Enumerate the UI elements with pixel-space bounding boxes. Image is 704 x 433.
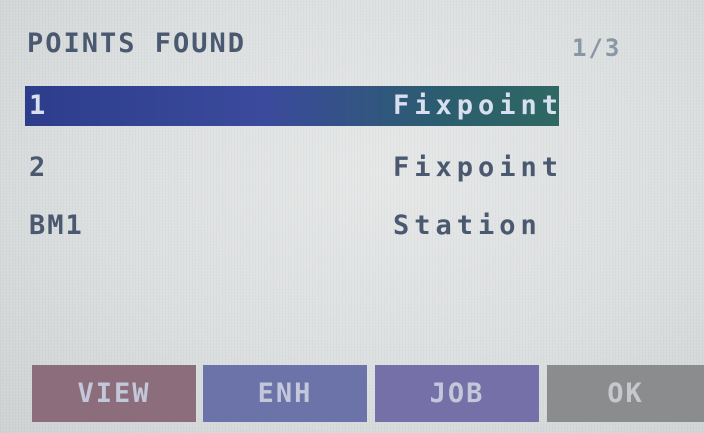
point-id: 1 bbox=[29, 90, 48, 121]
list-item[interactable]: 2 Fixpoint bbox=[25, 148, 559, 188]
point-type: Fixpoint bbox=[393, 152, 564, 183]
point-id: BM1 bbox=[29, 210, 84, 241]
view-button[interactable]: VIEW bbox=[32, 365, 196, 422]
instrument-screen: POINTS FOUND 1/3 1 Fixpoint 2 Fixpoint B… bbox=[0, 0, 704, 433]
softkey-bar: VIEW ENH JOB OK bbox=[0, 365, 704, 425]
point-type: Station bbox=[393, 210, 542, 241]
list-item-selected[interactable]: 1 Fixpoint bbox=[25, 86, 559, 126]
point-id: 2 bbox=[29, 152, 48, 183]
list-item[interactable]: BM1 Station bbox=[25, 206, 559, 246]
ok-button[interactable]: OK bbox=[547, 365, 704, 422]
enh-button[interactable]: ENH bbox=[203, 365, 367, 422]
point-type: Fixpoint bbox=[393, 90, 564, 121]
job-button[interactable]: JOB bbox=[375, 365, 539, 422]
